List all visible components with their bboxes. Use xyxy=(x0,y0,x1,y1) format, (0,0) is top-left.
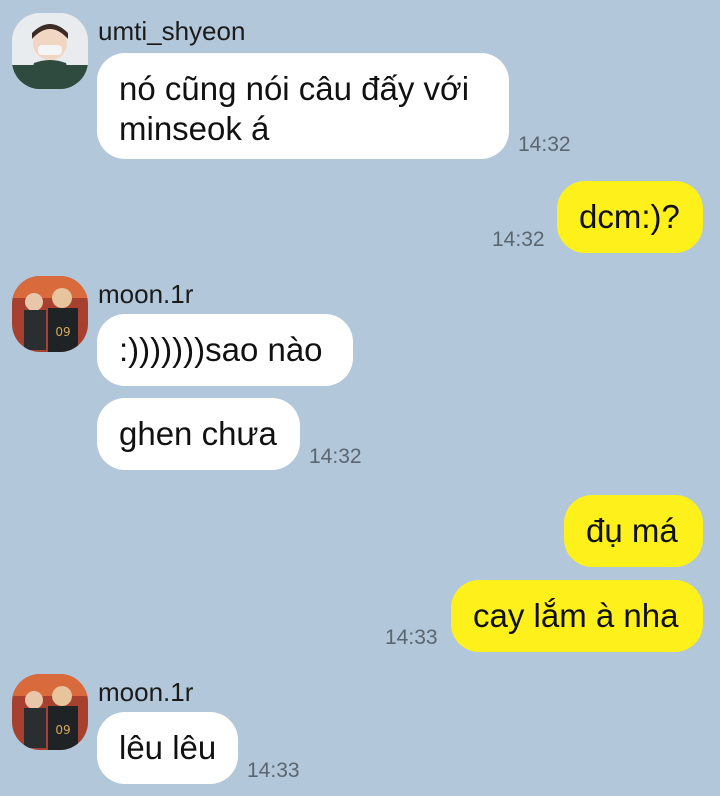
sender-name: moon.1r xyxy=(98,279,194,309)
avatar-moon-1r[interactable]: 09 xyxy=(12,276,88,352)
sender-name: moon.1r xyxy=(98,677,194,707)
message-bubble[interactable]: nó cũng nói câu đấy với minseok á xyxy=(97,53,509,159)
message-bubble[interactable]: cay lắm à nha xyxy=(451,580,703,652)
message-bubble[interactable]: dcm:)? xyxy=(557,181,703,253)
message-time: 14:33 xyxy=(247,759,300,782)
message-text: ghen chưa xyxy=(119,415,277,452)
avatar-umti-shyeon[interactable] xyxy=(12,13,88,89)
sender-name: umti_shyeon xyxy=(98,16,246,46)
person-avatar-icon xyxy=(12,13,88,89)
message-bubble[interactable]: lêu lêu xyxy=(97,712,238,784)
message-bubble[interactable]: :)))))))sao nào xyxy=(97,314,353,386)
message-text: :)))))))sao nào xyxy=(119,331,323,368)
message-bubble[interactable]: ghen chưa xyxy=(97,398,300,470)
message-text: dcm:)? xyxy=(579,198,680,235)
person-avatar-icon: 09 xyxy=(12,674,88,750)
message-line: minseok á xyxy=(119,110,270,147)
svg-text:09: 09 xyxy=(55,723,70,737)
avatar-moon-1r[interactable]: 09 xyxy=(12,674,88,750)
svg-text:09: 09 xyxy=(55,325,70,339)
message-text: cay lắm à nha xyxy=(473,597,679,634)
message-bubble[interactable]: đụ má xyxy=(564,495,703,567)
message-time: 14:33 xyxy=(385,626,438,649)
message-text: đụ má xyxy=(586,512,678,549)
message-line: nó cũng nói câu đấy với xyxy=(119,70,470,107)
message-time: 14:32 xyxy=(518,133,571,156)
message-time: 14:32 xyxy=(492,228,545,251)
person-avatar-icon: 09 xyxy=(12,276,88,352)
message-time: 14:32 xyxy=(309,445,362,468)
message-text: lêu lêu xyxy=(119,729,217,766)
